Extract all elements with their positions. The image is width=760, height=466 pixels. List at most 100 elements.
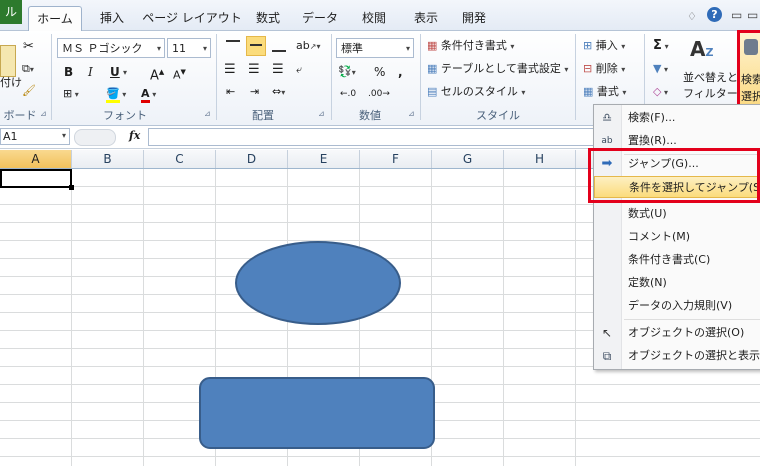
group-separator xyxy=(420,34,421,120)
align-bottom-icon[interactable] xyxy=(270,38,288,54)
menu-item-selection-pane-label: オブジェクトの選択と表示(P)... xyxy=(628,349,760,362)
alignment-group-label: 配置 xyxy=(252,109,274,122)
column-header-b[interactable]: B xyxy=(72,150,144,168)
minimize-ribbon-icon[interactable]: ♢ xyxy=(687,10,697,23)
find-select-button[interactable]: 検索 選択 xyxy=(737,30,760,112)
help-icon[interactable]: ? xyxy=(707,7,722,22)
merge-center-icon[interactable]: ⇔▾ xyxy=(272,82,285,102)
menu-item-select-objects-label: オブジェクトの選択(O) xyxy=(628,326,745,339)
shrink-font-button[interactable]: A▼ xyxy=(173,62,186,82)
sort-filter-label-2[interactable]: フィルター xyxy=(683,87,738,101)
tab-formulas[interactable]: 数式 xyxy=(250,6,286,30)
tab-page-layout[interactable]: ページ レイアウト xyxy=(142,6,242,30)
formula-bar-splitter[interactable] xyxy=(74,129,116,146)
accounting-format-icon[interactable]: 💱▾ xyxy=(338,62,356,82)
menu-separator xyxy=(624,319,760,320)
tab-developer[interactable]: 開発 xyxy=(456,6,492,30)
percent-button[interactable]: % xyxy=(374,62,385,82)
delete-cells-button[interactable]: ⊟ 削除 ▾ xyxy=(583,59,625,79)
tab-review[interactable]: 校閲 xyxy=(356,6,392,30)
column-header-c[interactable]: C xyxy=(144,150,216,168)
borders-icon[interactable]: ⊞ ▾ xyxy=(63,84,79,104)
autosum-button[interactable]: Σ ▾ xyxy=(653,36,669,56)
column-header-h[interactable]: H xyxy=(504,150,576,168)
styles-group-label: スタイル xyxy=(476,109,520,122)
format-as-table-button[interactable]: ▦ テーブルとして書式設定 ▾ xyxy=(427,59,568,79)
italic-button[interactable]: I xyxy=(88,62,93,82)
underline-button[interactable]: U xyxy=(110,62,120,82)
window-minimize-icon[interactable]: ▭ xyxy=(731,8,742,22)
align-right-icon[interactable]: ☰ xyxy=(272,60,284,80)
ellipse-shape[interactable] xyxy=(235,241,401,325)
format-cells-button[interactable]: ▦ 書式 ▾ xyxy=(583,82,626,102)
clipboard-launcher-icon[interactable]: ⊿ xyxy=(40,109,49,118)
column-header-a[interactable]: A xyxy=(0,150,72,168)
cell-styles-button[interactable]: ▤ セルのスタイル ▾ xyxy=(427,82,525,102)
insert-cells-button[interactable]: ⊞ 挿入 ▾ xyxy=(583,36,625,56)
menu-item-formulas[interactable]: 数式(U) xyxy=(594,203,760,225)
grow-font-button[interactable]: A▲ xyxy=(150,62,164,83)
menu-item-data-validation-label: データの入力規則(V) xyxy=(628,299,733,312)
conditional-formatting-button[interactable]: ▦ 条件付き書式 ▾ xyxy=(427,36,514,56)
fill-icon[interactable]: ▼ ▾ xyxy=(653,59,668,79)
menu-item-find[interactable]: ♎ 検索(F)... xyxy=(594,107,760,129)
number-format-dropdown[interactable]: 標準 ▾ xyxy=(336,38,414,58)
copy-icon[interactable]: ⧉▾ xyxy=(22,59,34,79)
table-icon: ▦ xyxy=(427,62,438,75)
menu-item-constants[interactable]: 定数(N) xyxy=(594,272,760,294)
font-size-dropdown[interactable]: 11 ▾ xyxy=(167,38,211,58)
window-restore-icon[interactable]: ▭ xyxy=(747,8,758,22)
alignment-launcher-icon[interactable]: ⊿ xyxy=(318,109,327,118)
tab-view[interactable]: 表示 xyxy=(408,6,444,30)
tab-data[interactable]: データ xyxy=(298,6,342,30)
clear-icon[interactable]: ◇ ▾ xyxy=(653,82,668,102)
number-launcher-icon[interactable]: ⊿ xyxy=(408,109,417,118)
find-select-label-2: 選択 xyxy=(741,90,760,103)
cut-icon[interactable]: ✂ xyxy=(23,37,34,57)
tab-insert[interactable]: 挿入 xyxy=(92,6,132,30)
font-color-button[interactable]: A ▾ xyxy=(141,84,156,104)
menu-item-data-validation[interactable]: データの入力規則(V) xyxy=(594,295,760,317)
decrease-decimal-icon[interactable]: .00→ xyxy=(368,84,390,104)
chevron-down-icon: ▾ xyxy=(622,88,627,97)
menu-item-select-objects[interactable]: ↖ オブジェクトの選択(O) xyxy=(594,322,760,344)
underline-dropdown-icon[interactable]: ▾ xyxy=(123,62,127,82)
align-left-icon[interactable]: ☰ xyxy=(224,60,236,80)
rounded-rectangle-shape[interactable] xyxy=(199,377,435,449)
sort-filter-icon[interactable]: AZ xyxy=(690,37,713,61)
align-top-icon[interactable] xyxy=(224,38,242,54)
align-center-icon[interactable]: ☰ xyxy=(248,60,260,80)
name-box[interactable]: A1 ▾ xyxy=(0,128,70,145)
font-name-dropdown[interactable]: ＭＳ Ｐゴシック ▾ xyxy=(57,38,165,58)
decrease-indent-icon[interactable]: ⇤ xyxy=(226,82,235,102)
menu-item-conditional-formatting[interactable]: 条件付き書式(C) xyxy=(594,249,760,271)
format-painter-icon[interactable]: 🖌 xyxy=(22,81,36,101)
comma-button[interactable]: , xyxy=(398,62,403,82)
font-launcher-icon[interactable]: ⊿ xyxy=(204,109,213,118)
column-header-d[interactable]: D xyxy=(216,150,288,168)
number-group-label: 数値 xyxy=(359,109,381,122)
delete-cells-icon: ⊟ xyxy=(583,62,593,75)
bold-button[interactable]: B xyxy=(64,62,73,82)
increase-indent-icon[interactable]: ⇥ xyxy=(250,82,259,102)
tab-file[interactable]: ル xyxy=(0,0,22,24)
autosum-label: Σ xyxy=(653,38,662,53)
paste-button-label[interactable]: 付け xyxy=(0,73,22,93)
align-middle-icon[interactable] xyxy=(246,36,266,56)
font-name-value: ＭＳ Ｐゴシック xyxy=(62,42,143,55)
column-header-f[interactable]: F xyxy=(360,150,432,168)
tab-home[interactable]: ホーム xyxy=(28,6,82,31)
orientation-icon[interactable]: ab↗▾ xyxy=(296,36,320,56)
wrap-text-icon[interactable]: ⤶ xyxy=(296,60,302,80)
sort-filter-label-1[interactable]: 並べ替えと xyxy=(683,71,738,85)
menu-item-selection-pane[interactable]: ⧉ オブジェクトの選択と表示(P)... xyxy=(594,345,760,367)
fill-color-icon[interactable]: 🪣 ▾ xyxy=(106,84,126,104)
cell-styles-label: セルのスタイル xyxy=(440,85,518,98)
insert-cells-icon: ⊞ xyxy=(583,39,593,52)
column-header-g[interactable]: G xyxy=(432,150,504,168)
column-header-e[interactable]: E xyxy=(288,150,360,168)
increase-decimal-icon[interactable]: ←.0 xyxy=(340,84,356,104)
format-as-table-label: テーブルとして書式設定 xyxy=(440,62,561,75)
menu-item-comments[interactable]: コメント(M) xyxy=(594,226,760,248)
insert-function-button[interactable]: fx xyxy=(129,129,140,142)
